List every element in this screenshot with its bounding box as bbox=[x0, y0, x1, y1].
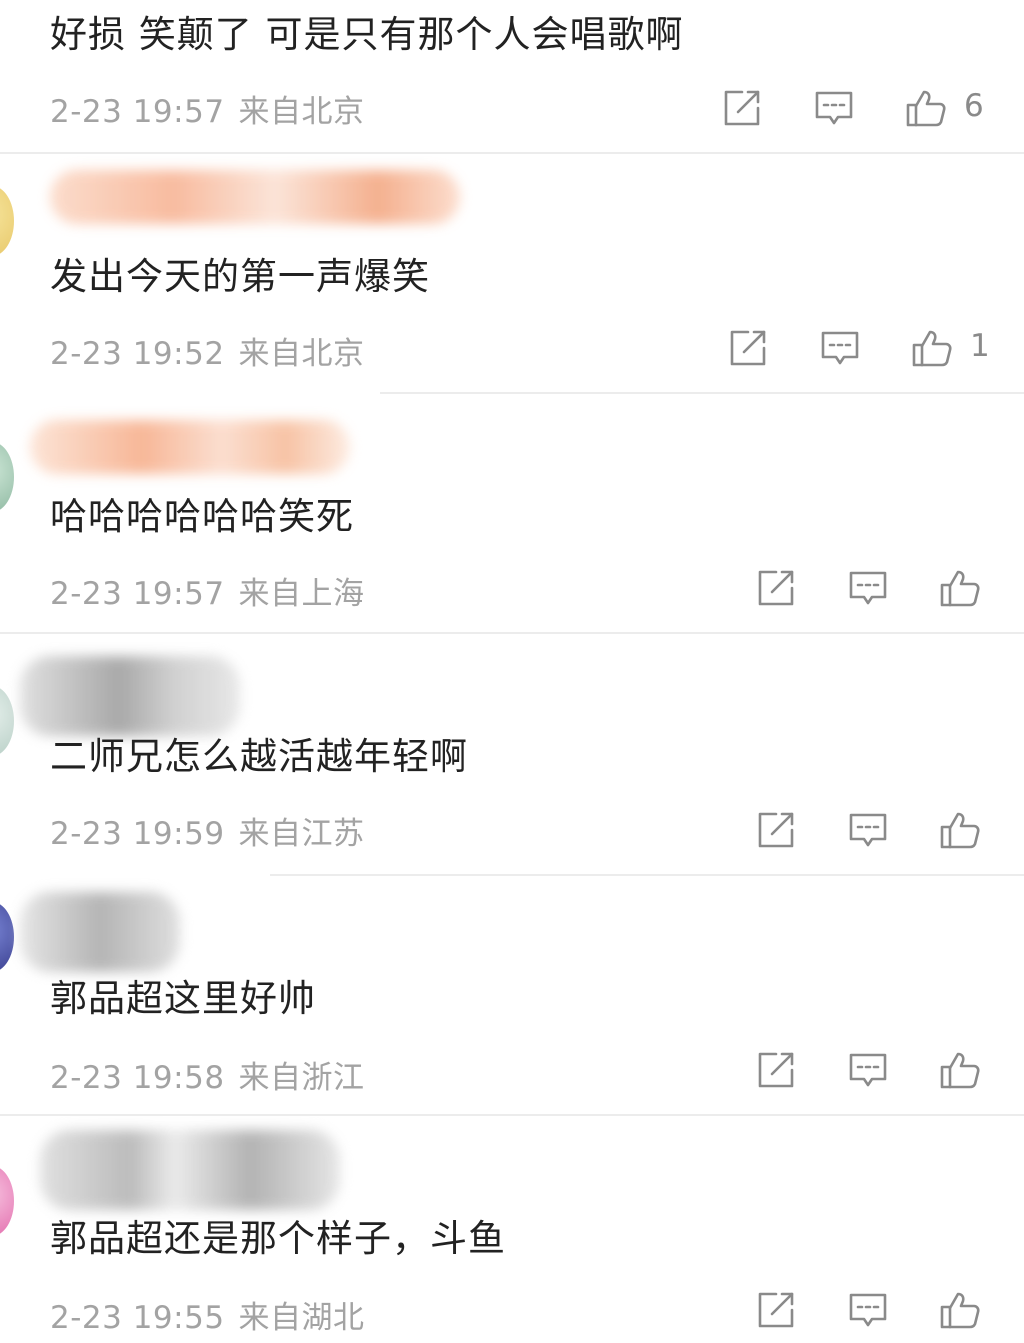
divider bbox=[380, 392, 1024, 394]
comment-icon[interactable] bbox=[846, 1048, 890, 1092]
comment-time: 2-23 19:58 bbox=[50, 1060, 225, 1096]
share-icon[interactable] bbox=[754, 1048, 798, 1092]
comment-actions bbox=[754, 1288, 994, 1332]
comment-text: 哈哈哈哈哈哈笑死 bbox=[50, 495, 354, 538]
comment-meta: 2-23 19:59 来自江苏 bbox=[50, 808, 365, 853]
avatar[interactable] bbox=[0, 186, 14, 256]
comment-location: 来自江苏 bbox=[238, 816, 365, 852]
avatar[interactable] bbox=[0, 442, 14, 512]
share-icon[interactable] bbox=[754, 1288, 798, 1332]
share-icon[interactable] bbox=[726, 326, 770, 370]
comment-time: 2-23 19:57 bbox=[50, 576, 225, 612]
comment-text: 郭品超还是那个样子，斗鱼 bbox=[50, 1217, 506, 1260]
thumbs-up-icon[interactable] bbox=[910, 326, 954, 370]
comment-item: 郭品超这里好帅 2-23 19:58 来自浙江 bbox=[0, 876, 1024, 1116]
comment-location: 来自北京 bbox=[238, 336, 365, 372]
comment-item: 发出今天的第一声爆笑 2-23 19:52 来自北京 1 bbox=[0, 156, 1024, 396]
avatar[interactable] bbox=[0, 1166, 14, 1236]
share-icon[interactable] bbox=[720, 86, 764, 130]
comment-meta: 2-23 19:57 来自北京 bbox=[50, 86, 365, 131]
comment-text: 好损 笑颠了 可是只有那个人会唱歌啊 bbox=[50, 13, 684, 56]
comment-location: 来自上海 bbox=[238, 576, 365, 612]
thumbs-up-icon[interactable] bbox=[938, 1048, 982, 1092]
thumbs-up-icon[interactable] bbox=[904, 86, 948, 130]
like-count: 6 bbox=[964, 88, 984, 124]
comment-text: 郭品超这里好帅 bbox=[50, 977, 316, 1020]
comment-text: 二师兄怎么越活越年轻啊 bbox=[50, 735, 468, 778]
username-redacted bbox=[30, 420, 350, 474]
comment-item: 郭品超还是那个样子，斗鱼 2-23 19:55 来自湖北 bbox=[0, 1116, 1024, 1343]
comment-actions bbox=[754, 1048, 994, 1092]
divider bbox=[0, 152, 1024, 154]
comment-meta: 2-23 19:55 来自湖北 bbox=[50, 1292, 365, 1337]
username-redacted bbox=[50, 170, 460, 224]
comment-icon[interactable] bbox=[812, 86, 856, 130]
comment-icon[interactable] bbox=[846, 1288, 890, 1332]
comment-item: 哈哈哈哈哈哈笑死 2-23 19:57 来自上海 bbox=[0, 396, 1024, 636]
like-count: 1 bbox=[970, 328, 990, 364]
comment-time: 2-23 19:52 bbox=[50, 336, 225, 372]
thumbs-up-icon[interactable] bbox=[938, 1288, 982, 1332]
thumbs-up-icon[interactable] bbox=[938, 808, 982, 852]
comment-meta: 2-23 19:58 来自浙江 bbox=[50, 1052, 365, 1097]
comment-icon[interactable] bbox=[846, 566, 890, 610]
comment-location: 来自湖北 bbox=[238, 1300, 365, 1336]
username-redacted bbox=[20, 656, 240, 736]
avatar[interactable] bbox=[0, 902, 14, 972]
thumbs-up-icon[interactable] bbox=[938, 566, 982, 610]
avatar[interactable] bbox=[0, 686, 14, 756]
share-icon[interactable] bbox=[754, 808, 798, 852]
comment-time: 2-23 19:57 bbox=[50, 94, 225, 130]
comment-item: 好损 笑颠了 可是只有那个人会唱歌啊 2-23 19:57 来自北京 6 bbox=[0, 0, 1024, 156]
username-redacted bbox=[40, 1130, 340, 1210]
username-redacted bbox=[20, 892, 180, 972]
comment-location: 来自北京 bbox=[238, 94, 365, 130]
comment-item: 二师兄怎么越活越年轻啊 2-23 19:59 来自江苏 bbox=[0, 636, 1024, 876]
comment-time: 2-23 19:59 bbox=[50, 816, 225, 852]
comment-text: 发出今天的第一声爆笑 bbox=[50, 255, 430, 298]
comment-meta: 2-23 19:57 来自上海 bbox=[50, 568, 365, 613]
comment-location: 来自浙江 bbox=[238, 1060, 365, 1096]
share-icon[interactable] bbox=[754, 566, 798, 610]
comment-actions bbox=[754, 566, 994, 610]
comment-actions: 6 bbox=[720, 86, 990, 130]
comment-icon[interactable] bbox=[846, 808, 890, 852]
comment-icon[interactable] bbox=[818, 326, 862, 370]
comment-time: 2-23 19:55 bbox=[50, 1300, 225, 1336]
comment-actions bbox=[754, 808, 994, 852]
divider bbox=[0, 632, 1024, 634]
comment-meta: 2-23 19:52 来自北京 bbox=[50, 328, 365, 373]
comment-actions: 1 bbox=[726, 326, 996, 370]
